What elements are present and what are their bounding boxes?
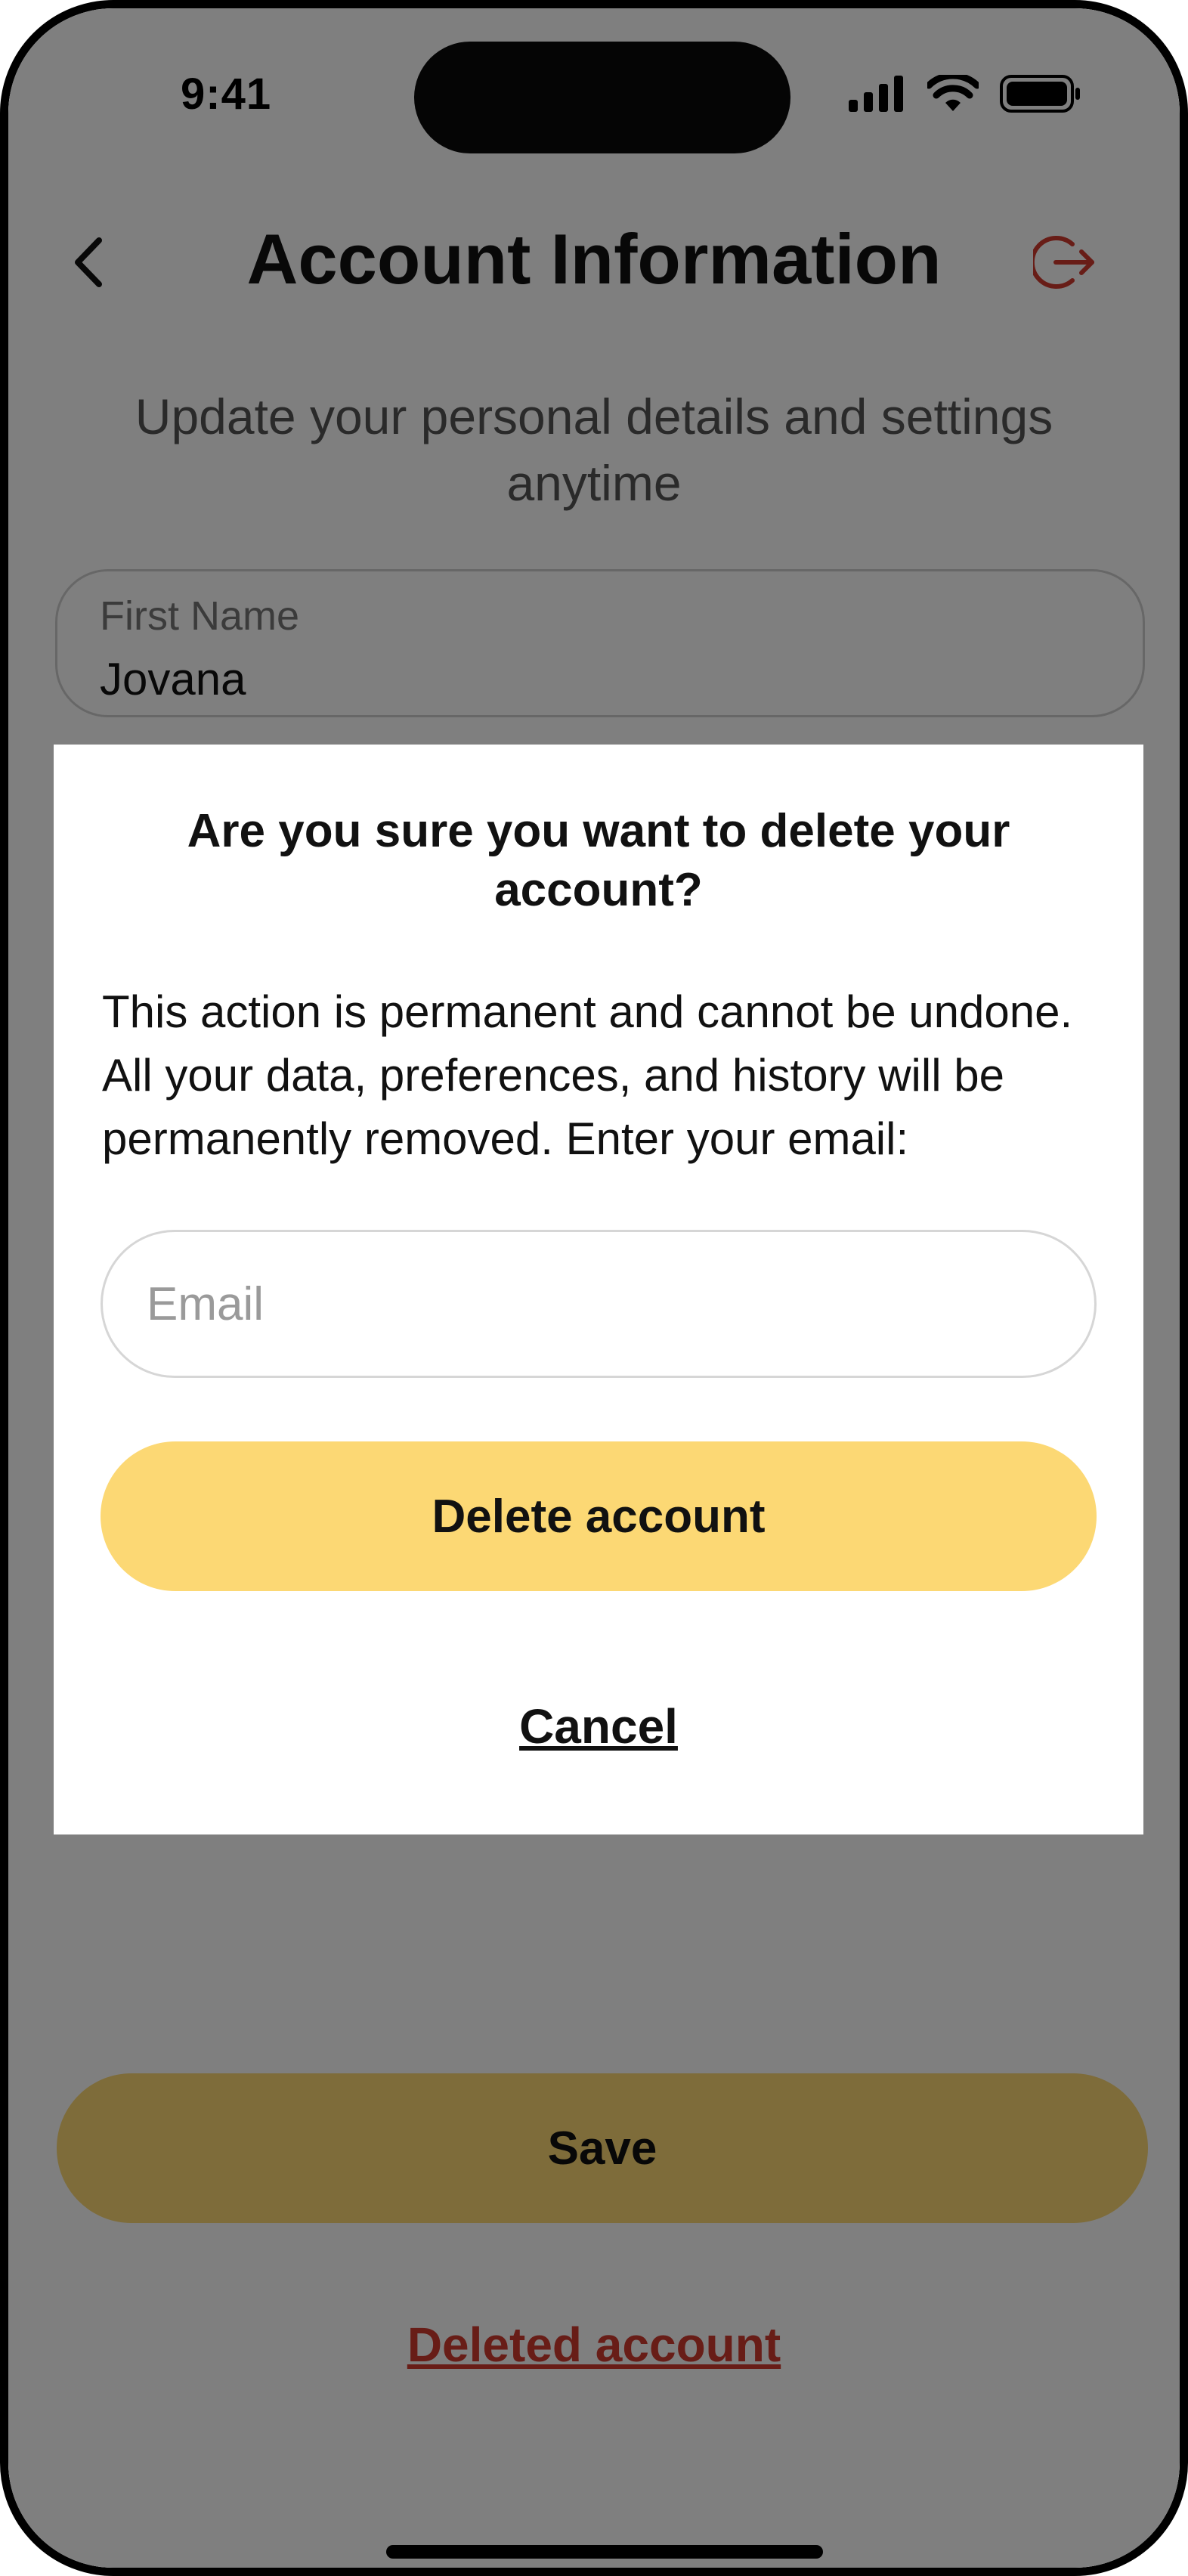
delete-account-dialog: Are you sure you want to delete your acc… [54, 745, 1143, 1834]
dialog-title: Are you sure you want to delete your acc… [187, 805, 1010, 916]
dialog-message: This action is permanent and cannot be u… [102, 986, 1073, 1164]
cancel-button[interactable]: Cancel [54, 1698, 1143, 1754]
delete-account-button[interactable]: Delete account [101, 1441, 1097, 1591]
phone-frame: 9:41 Account In [0, 0, 1188, 2576]
email-input[interactable] [101, 1230, 1097, 1378]
screen: 9:41 Account In [8, 8, 1180, 2568]
